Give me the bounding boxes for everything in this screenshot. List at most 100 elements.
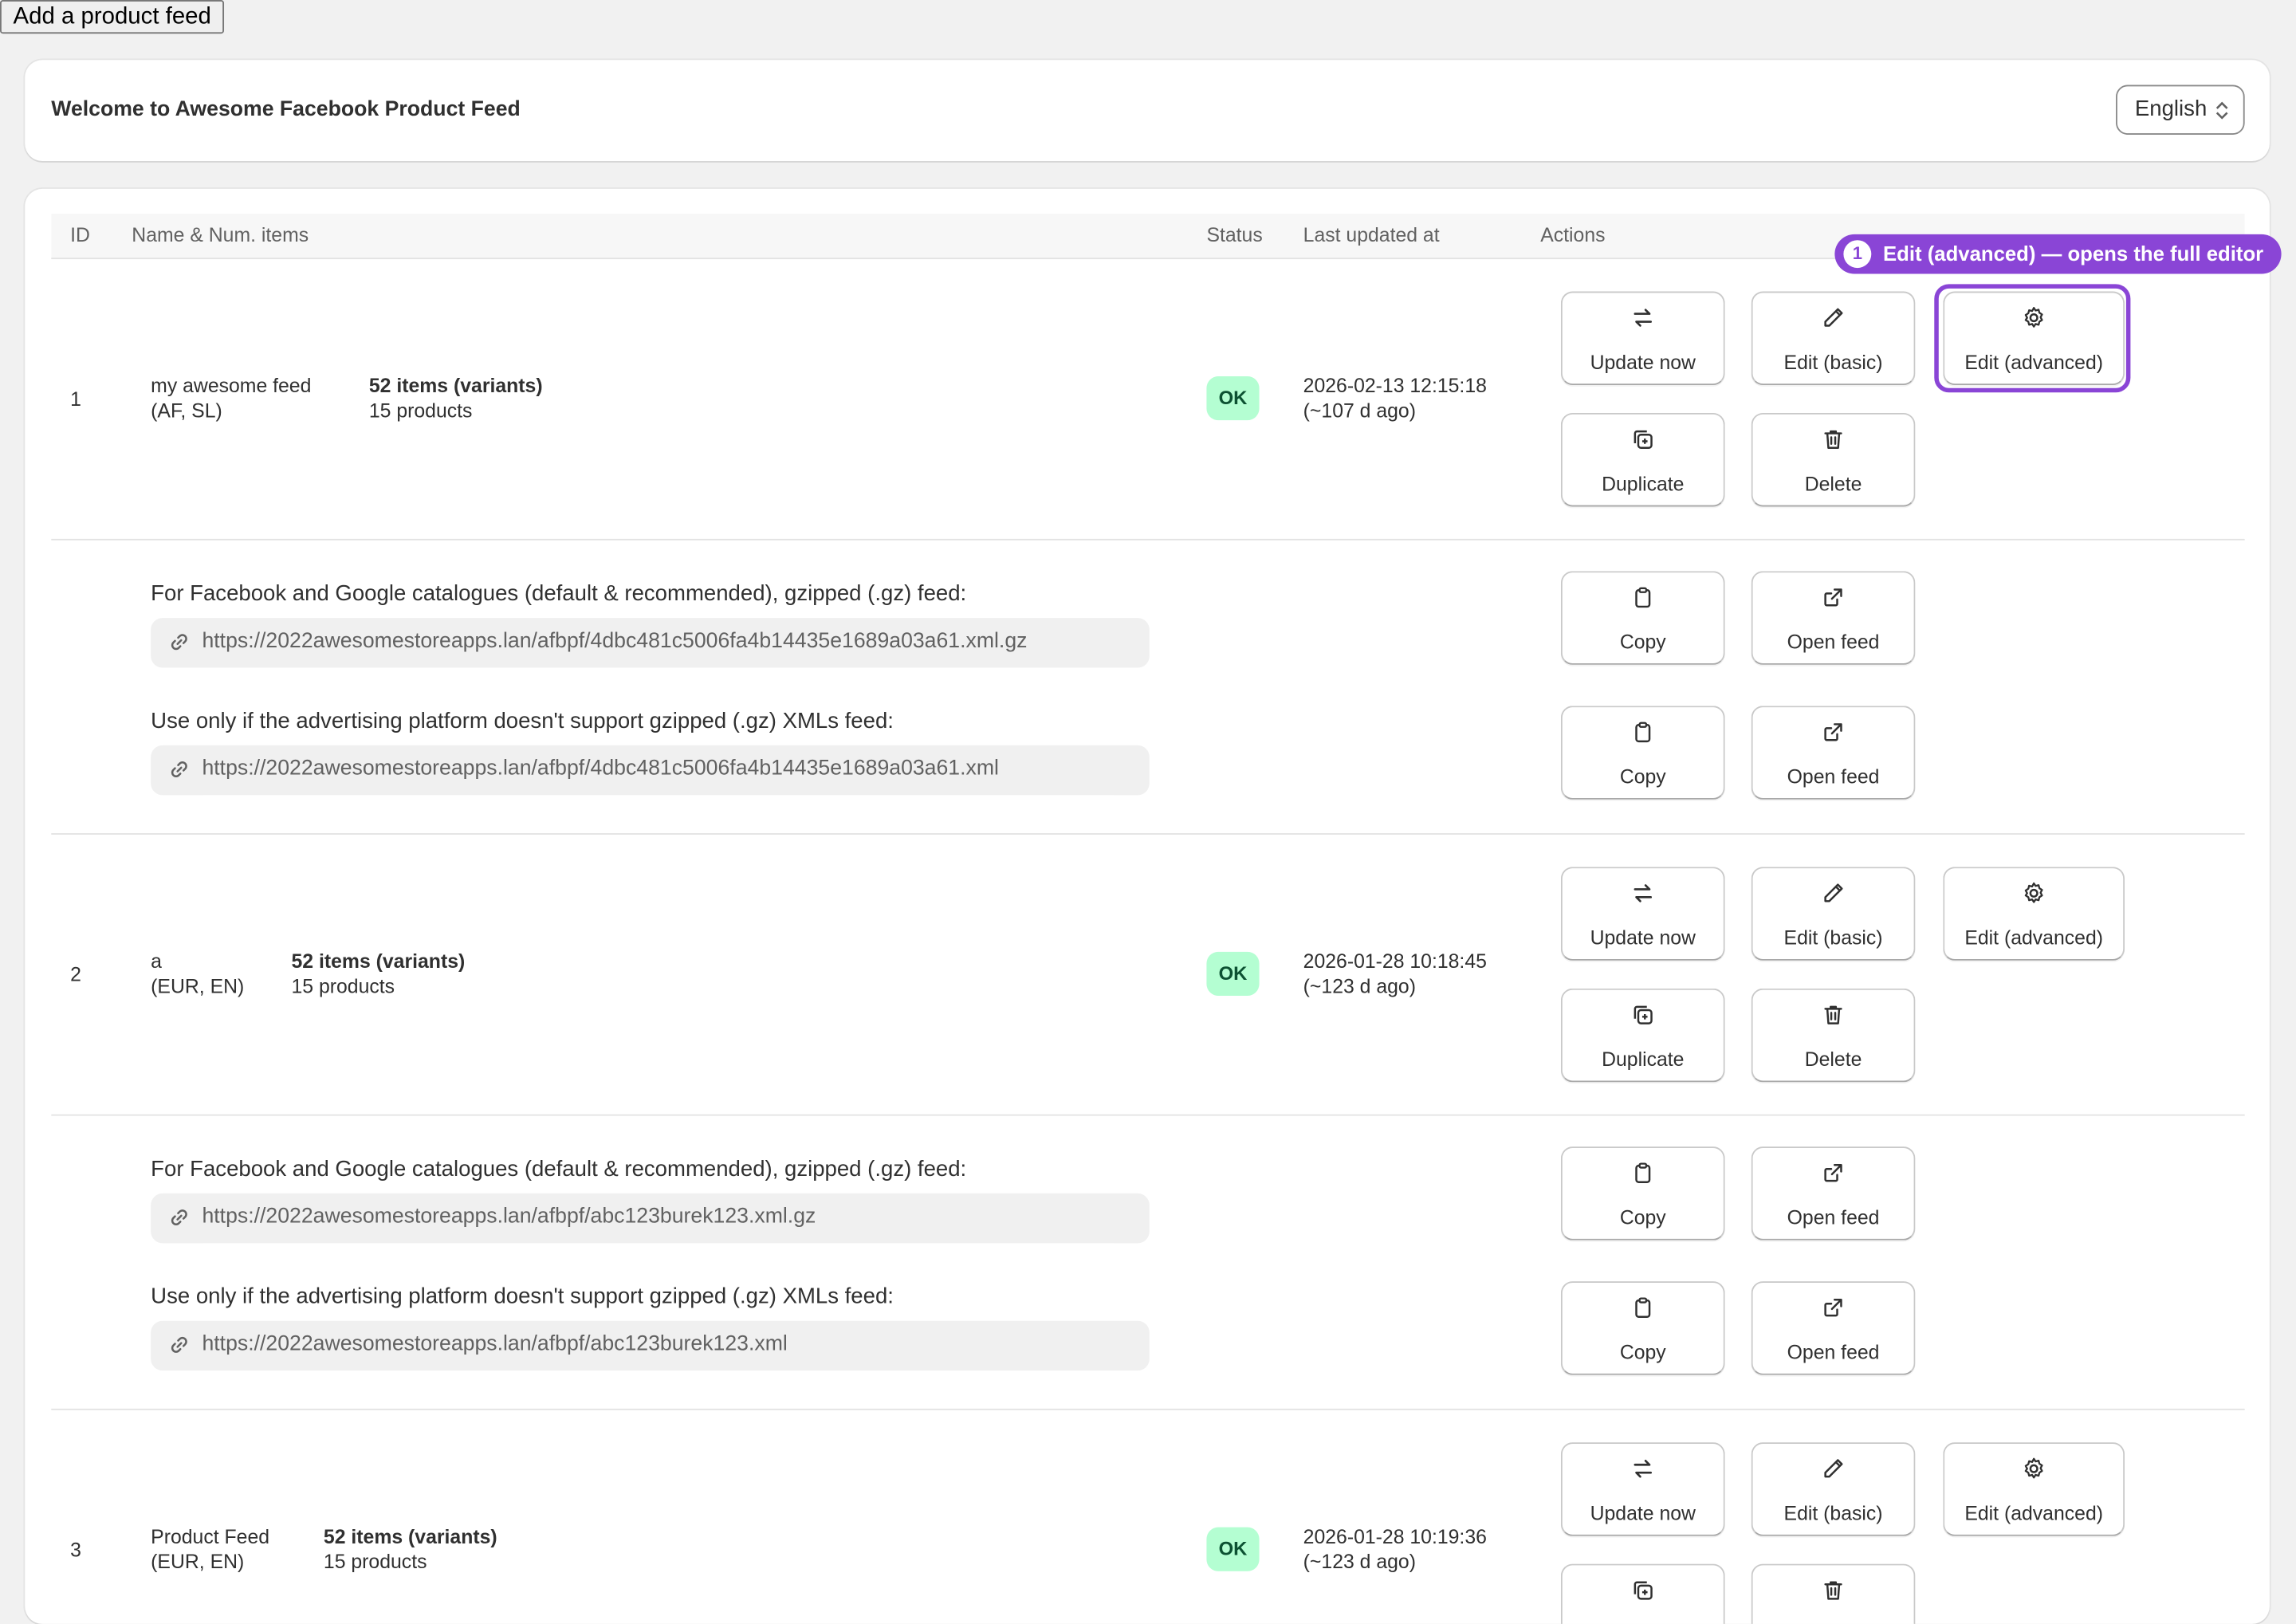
duplicate-icon — [1563, 1577, 1724, 1606]
feed-id: 2 — [70, 963, 81, 986]
edit-basic-button[interactable]: Edit (basic) — [1751, 867, 1916, 961]
copy-gz-url-button-label: Copy — [1619, 631, 1666, 654]
feed-updated-ago: (~107 d ago) — [1303, 399, 1416, 422]
feed-locale: (EUR, EN) — [151, 1551, 245, 1573]
xml-feed-url: https://2022awesomestoreapps.lan/afbpf/4… — [202, 757, 999, 781]
pencil-icon — [1753, 880, 1914, 910]
header-id: ID — [70, 224, 90, 246]
edit-basic-button[interactable]: Edit (basic) — [1751, 1442, 1916, 1536]
feed-updated-date: 2026-01-28 10:18:45 — [1303, 950, 1487, 973]
duplicate-button-label: Duplicate — [1602, 473, 1685, 495]
edit-basic-button-label: Edit (basic) — [1783, 351, 1883, 374]
language-select[interactable]: English — [2116, 85, 2245, 135]
feed-products-count: 15 products — [291, 975, 395, 997]
gz-feed-label: For Facebook and Google catalogues (defa… — [151, 1156, 967, 1182]
update-now-button[interactable]: Update now — [1560, 867, 1725, 961]
status-badge: OK — [1206, 1527, 1260, 1571]
gz-feed-url: https://2022awesomestoreapps.lan/afbpf/4… — [202, 629, 1028, 654]
update-now-button-label: Update now — [1590, 1502, 1696, 1525]
update-now-button-label: Update now — [1590, 351, 1696, 374]
delete-button-label: Delete — [1804, 1048, 1862, 1071]
update-now-button[interactable]: Update now — [1560, 291, 1725, 386]
xml-feed-label: Use only if the advertising platform doe… — [151, 1284, 894, 1310]
duplicate-icon — [1563, 1001, 1724, 1031]
copy-gz-url-button[interactable]: Copy — [1560, 571, 1725, 665]
welcome-card: Welcome to Awesome Facebook Product Feed… — [25, 60, 2270, 162]
open-gz-feed-button[interactable]: Open feed — [1751, 1146, 1916, 1241]
feed-locale: (AF, SL) — [151, 399, 222, 422]
edit-advanced-button-label: Edit (advanced) — [1964, 926, 2104, 950]
open-xml-feed-button-label: Open feed — [1787, 765, 1880, 788]
open-xml-feed-button[interactable]: Open feed — [1751, 706, 1916, 800]
gear-icon — [1944, 880, 2123, 910]
open-xml-feed-button-label: Open feed — [1787, 1341, 1880, 1363]
header-status: Status — [1206, 224, 1263, 246]
copy-gz-url-button[interactable]: Copy — [1560, 1146, 1725, 1241]
duplicate-button[interactable]: Duplicate — [1560, 1563, 1725, 1624]
gz-feed-url-field[interactable]: https://2022awesomestoreapps.lan/afbpf/4… — [151, 618, 1150, 668]
clipboard-icon — [1563, 1160, 1724, 1189]
feed-counts: 52 items (variants) 15 products — [369, 373, 543, 423]
refresh-icon — [1563, 305, 1724, 334]
clipboard-icon — [1563, 1295, 1724, 1324]
duplicate-button[interactable]: Duplicate — [1560, 412, 1725, 507]
feed-counts: 52 items (variants) 15 products — [292, 949, 466, 998]
feed-updated: 2026-01-28 10:19:36 (~123 d ago) — [1303, 1524, 1487, 1574]
status-badge: OK — [1206, 376, 1260, 421]
header-name: Name & Num. items — [132, 224, 309, 246]
xml-feed-url-field[interactable]: https://2022awesomestoreapps.lan/afbpf/4… — [151, 745, 1150, 796]
xml-feed-label: Use only if the advertising platform doe… — [151, 708, 894, 734]
feed-items-count: 52 items (variants) — [323, 1525, 497, 1548]
gz-feed-url: https://2022awesomestoreapps.lan/afbpf/a… — [202, 1205, 816, 1229]
gz-feed-label: For Facebook and Google catalogues (defa… — [151, 581, 967, 607]
feed-locale: (EUR, EN) — [151, 975, 245, 997]
feed-name-block: a (EUR, EN) — [151, 949, 244, 998]
copy-xml-url-button[interactable]: Copy — [1560, 1281, 1725, 1375]
language-value: English — [2134, 96, 2208, 122]
delete-button[interactable]: Delete — [1751, 412, 1916, 507]
header-actions: Actions — [1540, 224, 1606, 246]
trash-icon — [1753, 1001, 1914, 1031]
status-badge: OK — [1206, 951, 1260, 996]
feed-name: Product Feed — [151, 1525, 270, 1548]
feed-row: 2 a (EUR, EN) 52 items (variants) 15 pro… — [51, 835, 2245, 1116]
feed-updated: 2026-01-28 10:18:45 (~123 d ago) — [1303, 949, 1487, 998]
duplicate-button-label: Duplicate — [1602, 1048, 1685, 1071]
external-link-icon — [1753, 1295, 1914, 1324]
delete-button[interactable]: Delete — [1751, 988, 1916, 1083]
feed-items-count: 52 items (variants) — [368, 375, 543, 397]
feed-name: my awesome feed — [151, 375, 312, 397]
edit-advanced-button[interactable]: Edit (advanced) — [1943, 867, 2125, 961]
select-chevron-icon — [2215, 86, 2229, 133]
external-link-icon — [1753, 1160, 1914, 1189]
refresh-icon — [1563, 1456, 1724, 1485]
edit-advanced-button[interactable]: Edit (advanced) — [1943, 1442, 2125, 1536]
header-updated: Last updated at — [1303, 224, 1440, 246]
trash-icon — [1753, 1577, 1914, 1606]
feed-updated: 2026-02-13 12:15:18 (~107 d ago) — [1303, 373, 1487, 423]
open-gz-feed-button[interactable]: Open feed — [1751, 571, 1916, 665]
callout-label: 1 Edit (advanced) — opens the full edito… — [1834, 234, 2282, 274]
feed-updated-ago: (~123 d ago) — [1303, 1551, 1416, 1573]
update-now-button[interactable]: Update now — [1560, 1442, 1725, 1536]
edit-basic-button-label: Edit (basic) — [1783, 1502, 1883, 1525]
gz-feed-url-field[interactable]: https://2022awesomestoreapps.lan/afbpf/a… — [151, 1193, 1150, 1244]
delete-button-label: Delete — [1804, 473, 1862, 495]
duplicate-button[interactable]: Duplicate — [1560, 988, 1725, 1083]
xml-feed-url-field[interactable]: https://2022awesomestoreapps.lan/afbpf/a… — [151, 1320, 1150, 1371]
add-product-feed-button[interactable]: Add a product feed — [0, 0, 225, 34]
gear-icon — [1944, 1456, 2123, 1485]
open-gz-feed-button-label: Open feed — [1787, 1206, 1880, 1229]
edit-advanced-button-label: Edit (advanced) — [1964, 1502, 2104, 1525]
open-xml-feed-button[interactable]: Open feed — [1751, 1281, 1916, 1375]
external-link-icon — [1753, 719, 1914, 749]
delete-button[interactable]: Delete — [1751, 1563, 1916, 1624]
callout-text: Edit (advanced) — opens the full editor — [1882, 242, 2264, 265]
edit-basic-button[interactable]: Edit (basic) — [1751, 291, 1916, 386]
feed-name-block: my awesome feed (AF, SL) — [151, 373, 311, 423]
external-link-icon — [1753, 584, 1914, 614]
xml-feed-url: https://2022awesomestoreapps.lan/afbpf/a… — [202, 1332, 788, 1356]
refresh-icon — [1563, 880, 1724, 910]
copy-xml-url-button[interactable]: Copy — [1560, 706, 1725, 800]
copy-gz-url-button-label: Copy — [1619, 1206, 1666, 1229]
